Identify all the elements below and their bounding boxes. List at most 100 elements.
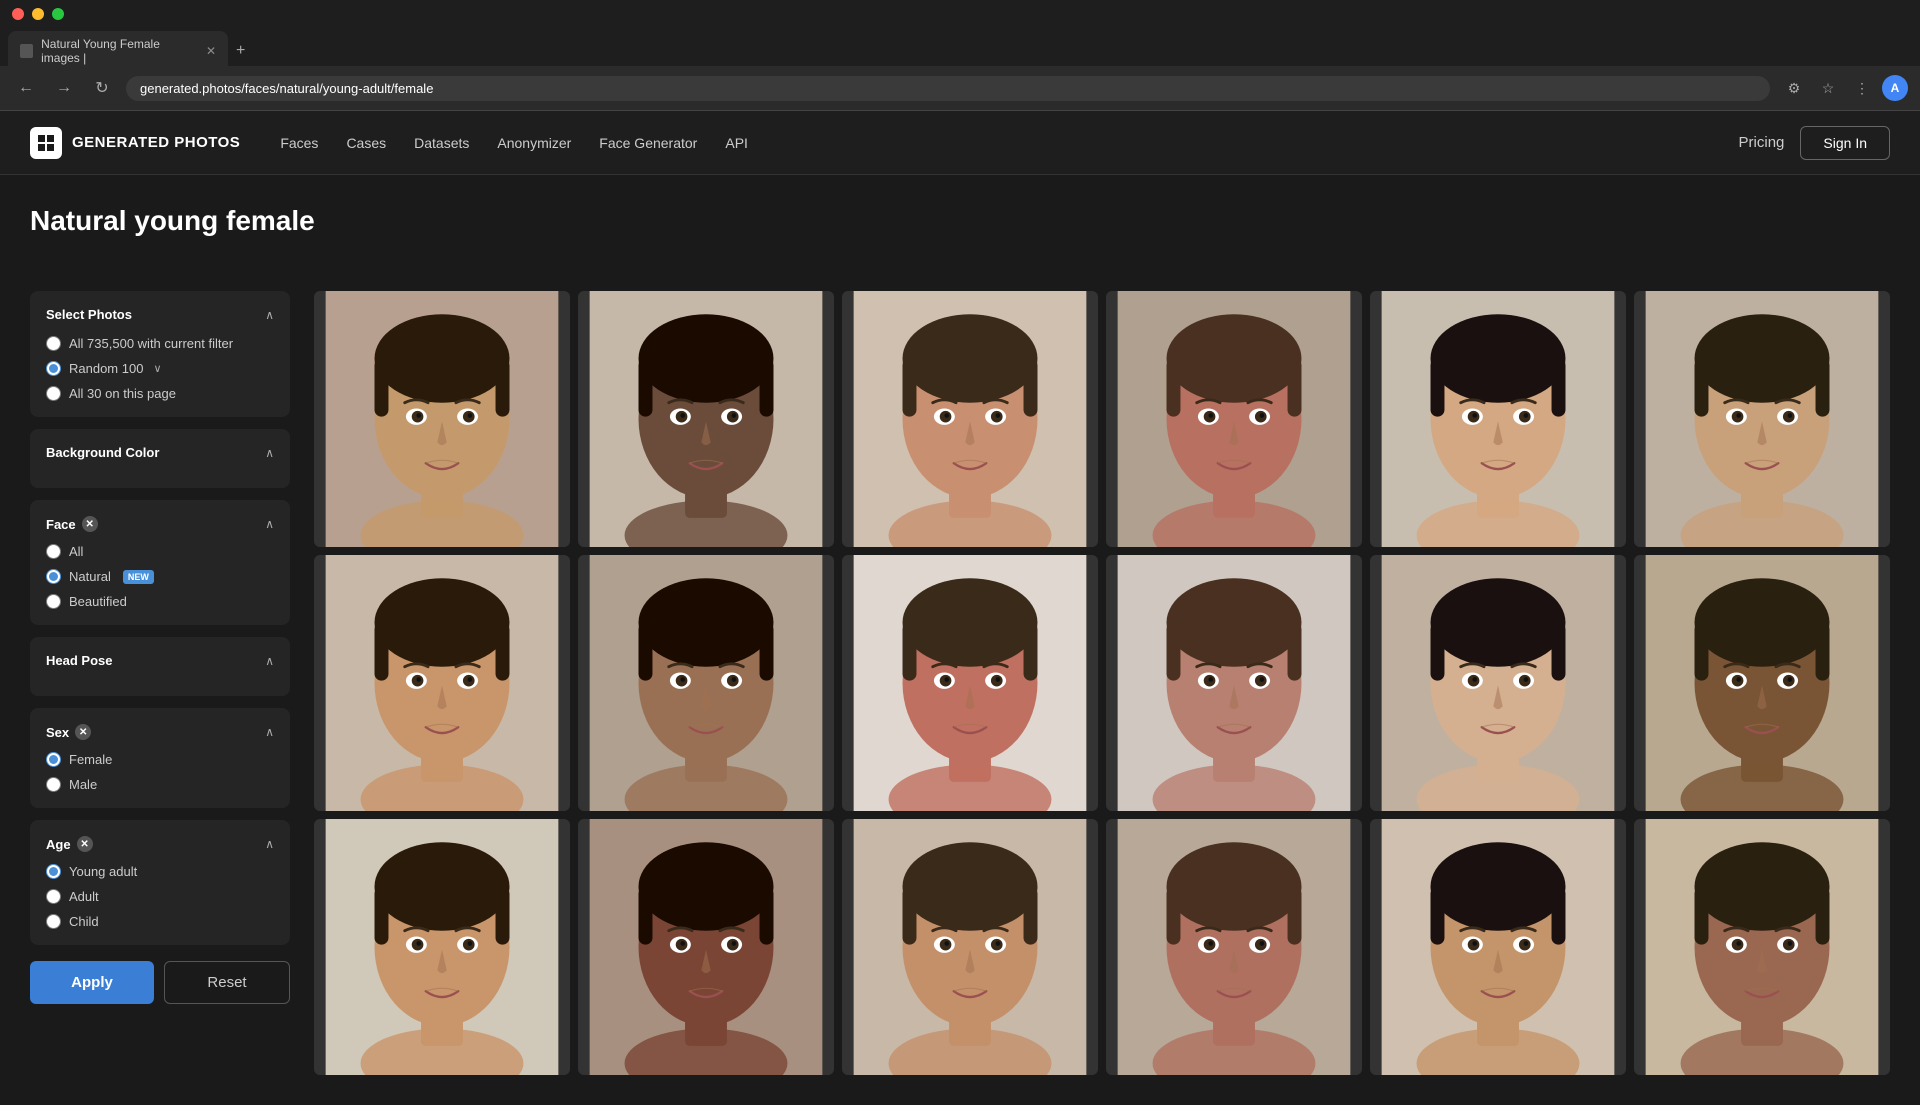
age-child-radio[interactable]: [46, 914, 61, 929]
new-tab-button[interactable]: +: [228, 38, 253, 64]
sex-section: Sex ✕ ∧ Female Male: [30, 708, 290, 808]
active-tab[interactable]: Natural Young Female images | ✕: [8, 31, 228, 71]
background-color-header[interactable]: Background Color ∧: [46, 445, 274, 460]
age-child-option[interactable]: Child: [46, 914, 274, 929]
select-random-radio[interactable]: [46, 361, 61, 376]
window-controls: [0, 0, 1920, 28]
reset-button[interactable]: Reset: [164, 961, 290, 1004]
select-photos-title: Select Photos: [46, 307, 132, 322]
age-title: Age ✕: [46, 836, 93, 852]
window-close-button[interactable]: [12, 8, 24, 20]
browser-chrome: Natural Young Female images | ✕ + ← → ↻ …: [0, 0, 1920, 111]
image-cell[interactable]: [1634, 819, 1890, 1075]
logo: GENERATED PHOTOS: [30, 127, 240, 159]
nav-cases[interactable]: Cases: [346, 135, 386, 151]
apply-section: Apply Reset: [30, 961, 290, 1004]
apply-button[interactable]: Apply: [30, 961, 154, 1004]
head-pose-section: Head Pose ∧: [30, 637, 290, 696]
new-badge: NEW: [123, 570, 154, 584]
age-adult-radio[interactable]: [46, 889, 61, 904]
extensions-button[interactable]: ⚙: [1780, 74, 1808, 102]
image-cell[interactable]: [1370, 291, 1626, 547]
image-cell[interactable]: [578, 819, 834, 1075]
nav-api[interactable]: API: [725, 135, 748, 151]
age-clear-badge[interactable]: ✕: [77, 836, 93, 852]
image-cell[interactable]: [842, 291, 1098, 547]
select-random-option[interactable]: Random 100 ∨: [46, 361, 274, 376]
logo-svg: [36, 133, 56, 153]
nav-pricing-link[interactable]: Pricing: [1739, 134, 1785, 151]
url-input[interactable]: [126, 76, 1770, 101]
image-cell[interactable]: [1106, 291, 1362, 547]
bookmark-button[interactable]: ☆: [1814, 74, 1842, 102]
sex-clear-badge[interactable]: ✕: [75, 724, 91, 740]
image-grid: [314, 291, 1890, 1075]
refresh-button[interactable]: ↻: [88, 74, 116, 102]
nav-datasets[interactable]: Datasets: [414, 135, 469, 151]
window-minimize-button[interactable]: [32, 8, 44, 20]
head-pose-header[interactable]: Head Pose ∧: [46, 653, 274, 668]
select-page-option[interactable]: All 30 on this page: [46, 386, 274, 401]
image-cell[interactable]: [1634, 291, 1890, 547]
logo-text: GENERATED PHOTOS: [72, 134, 240, 151]
sex-female-radio[interactable]: [46, 752, 61, 767]
sex-options: Female Male: [46, 752, 274, 792]
sex-female-option[interactable]: Female: [46, 752, 274, 767]
select-photos-header[interactable]: Select Photos ∧: [46, 307, 274, 322]
image-cell[interactable]: [842, 819, 1098, 1075]
age-young-adult-radio[interactable]: [46, 864, 61, 879]
face-header[interactable]: Face ✕ ∧: [46, 516, 274, 532]
select-page-radio[interactable]: [46, 386, 61, 401]
select-all-radio[interactable]: [46, 336, 61, 351]
age-section: Age ✕ ∧ Young adult Adult Child: [30, 820, 290, 945]
sex-male-option[interactable]: Male: [46, 777, 274, 792]
image-cell[interactable]: [578, 555, 834, 811]
face-natural-option[interactable]: Natural NEW: [46, 569, 274, 584]
tab-favicon: [20, 44, 33, 58]
image-cell[interactable]: [314, 555, 570, 811]
image-cell[interactable]: [1370, 819, 1626, 1075]
forward-button[interactable]: →: [50, 74, 78, 102]
face-beautified-radio[interactable]: [46, 594, 61, 609]
profile-button[interactable]: A: [1882, 75, 1908, 101]
image-cell[interactable]: [1106, 819, 1362, 1075]
image-cell[interactable]: [314, 819, 570, 1075]
logo-icon: [30, 127, 62, 159]
page-title: Natural young female: [30, 205, 1890, 237]
nav-faces[interactable]: Faces: [280, 135, 318, 151]
nav-face-generator[interactable]: Face Generator: [599, 135, 697, 151]
page-header: Natural young female: [0, 175, 1920, 237]
age-adult-option[interactable]: Adult: [46, 889, 274, 904]
nav-signin-button[interactable]: Sign In: [1800, 126, 1890, 160]
face-all-option[interactable]: All: [46, 544, 274, 559]
face-title: Face ✕: [46, 516, 98, 532]
image-cell[interactable]: [1634, 555, 1890, 811]
nav-anonymizer[interactable]: Anonymizer: [497, 135, 571, 151]
more-button[interactable]: ⋮: [1848, 74, 1876, 102]
select-all-option[interactable]: All 735,500 with current filter: [46, 336, 274, 351]
face-clear-badge[interactable]: ✕: [82, 516, 98, 532]
face-options: All Natural NEW Beautified: [46, 544, 274, 609]
image-cell[interactable]: [314, 291, 570, 547]
age-header[interactable]: Age ✕ ∧: [46, 836, 274, 852]
image-cell[interactable]: [842, 555, 1098, 811]
face-natural-radio[interactable]: [46, 569, 61, 584]
image-cell[interactable]: [1106, 555, 1362, 811]
tab-bar: Natural Young Female images | ✕ +: [0, 28, 1920, 66]
tab-close-button[interactable]: ✕: [206, 44, 216, 58]
image-grid-container: [314, 291, 1890, 1075]
face-beautified-option[interactable]: Beautified: [46, 594, 274, 609]
sex-male-radio[interactable]: [46, 777, 61, 792]
image-cell[interactable]: [1370, 555, 1626, 811]
head-pose-title: Head Pose: [46, 653, 112, 668]
image-cell[interactable]: [578, 291, 834, 547]
nav-right: Pricing Sign In: [1739, 126, 1890, 160]
face-all-radio[interactable]: [46, 544, 61, 559]
back-button[interactable]: ←: [12, 74, 40, 102]
nav-links: Faces Cases Datasets Anonymizer Face Gen…: [280, 135, 748, 151]
sex-chevron: ∧: [265, 725, 274, 739]
window-maximize-button[interactable]: [52, 8, 64, 20]
age-young-adult-option[interactable]: Young adult: [46, 864, 274, 879]
head-pose-chevron: ∧: [265, 654, 274, 668]
sex-header[interactable]: Sex ✕ ∧: [46, 724, 274, 740]
